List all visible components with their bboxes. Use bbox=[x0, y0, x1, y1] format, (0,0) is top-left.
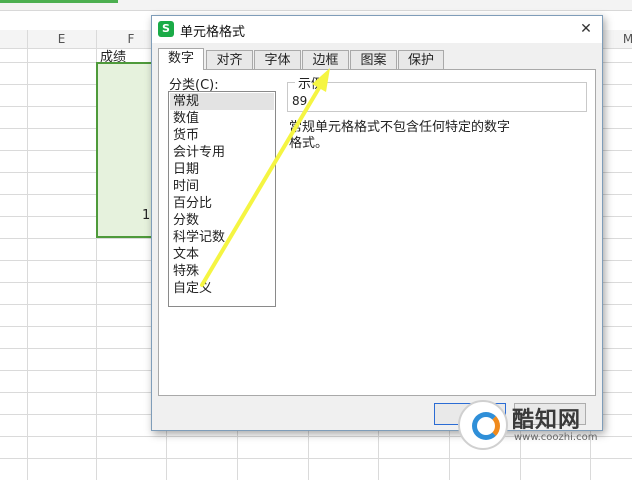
category-item-currency[interactable]: 货币 bbox=[170, 127, 274, 144]
tab-font[interactable]: 字体 bbox=[254, 50, 301, 69]
watermark-url: www.coozhi.com bbox=[514, 432, 598, 443]
category-list[interactable]: 常规 数值 货币 会计专用 日期 时间 百分比 分数 科学记数 文本 特殊 自定… bbox=[168, 91, 276, 307]
sample-value: 89 bbox=[292, 94, 308, 108]
tab-border[interactable]: 边框 bbox=[302, 50, 349, 69]
tab-alignment[interactable]: 对齐 bbox=[206, 50, 253, 69]
number-tab-panel: 分类(C): 常规 数值 货币 会计专用 日期 时间 百分比 分数 科学记数 文… bbox=[158, 69, 596, 396]
watermark: 酷知网 www.coozhi.com bbox=[456, 396, 614, 454]
category-item-custom[interactable]: 自定义 bbox=[170, 280, 274, 297]
format-cells-dialog: S 单元格格式 ✕ 数字 对齐 字体 边框 图案 保护 分类(C): 常规 数值… bbox=[151, 15, 603, 431]
category-item-general[interactable]: 常规 bbox=[170, 93, 274, 110]
watermark-logo-icon bbox=[458, 400, 508, 450]
toolbar-strip bbox=[0, 0, 632, 11]
category-item-number[interactable]: 数值 bbox=[170, 110, 274, 127]
grid-row-line bbox=[0, 458, 632, 459]
sample-group bbox=[287, 82, 587, 112]
toolbar-accent bbox=[0, 0, 118, 3]
tab-protection[interactable]: 保护 bbox=[398, 50, 444, 69]
column-header-m[interactable]: M bbox=[618, 30, 632, 48]
wps-app-icon: S bbox=[158, 21, 174, 37]
category-item-time[interactable]: 时间 bbox=[170, 178, 274, 195]
format-description: 常规单元格格式不包含任何特定的数字格式。 bbox=[289, 120, 511, 151]
tab-pattern[interactable]: 图案 bbox=[350, 50, 397, 69]
cell-value[interactable]: 1 bbox=[142, 208, 150, 223]
category-item-accounting[interactable]: 会计专用 bbox=[170, 144, 274, 161]
category-item-percentage[interactable]: 百分比 bbox=[170, 195, 274, 212]
category-item-fraction[interactable]: 分数 bbox=[170, 212, 274, 229]
tab-number[interactable]: 数字 bbox=[158, 48, 204, 70]
close-icon: ✕ bbox=[580, 21, 592, 37]
grid-column-line bbox=[27, 30, 28, 480]
category-item-date[interactable]: 日期 bbox=[170, 161, 274, 178]
category-item-text[interactable]: 文本 bbox=[170, 246, 274, 263]
column-header-e[interactable]: E bbox=[27, 30, 96, 48]
sample-label: 示例 bbox=[295, 73, 328, 92]
dialog-title: 单元格格式 bbox=[180, 25, 246, 40]
dialog-titlebar[interactable]: S 单元格格式 ✕ bbox=[152, 16, 602, 43]
watermark-logo-ring bbox=[472, 412, 500, 440]
category-item-special[interactable]: 特殊 bbox=[170, 263, 274, 280]
category-item-scientific[interactable]: 科学记数 bbox=[170, 229, 274, 246]
watermark-name: 酷知网 bbox=[512, 408, 582, 433]
close-button[interactable]: ✕ bbox=[576, 19, 596, 39]
